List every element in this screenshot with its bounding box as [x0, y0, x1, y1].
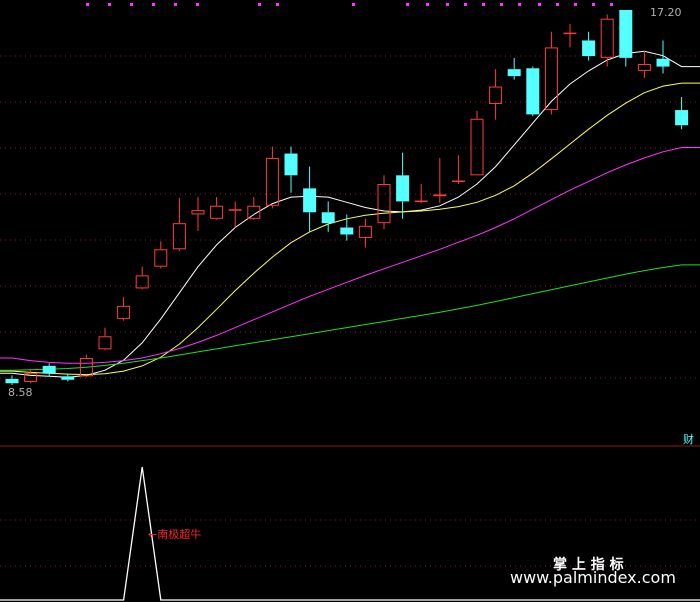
price-low-label: 8.58 — [8, 386, 33, 399]
candle-body — [414, 200, 428, 203]
candle-body — [489, 86, 503, 104]
candle-6 — [117, 297, 131, 321]
grid-lines — [0, 55, 700, 567]
candle-body — [321, 212, 335, 224]
top-marker-8 — [352, 3, 355, 6]
top-marker-4 — [174, 3, 177, 6]
top-marker-11 — [446, 3, 449, 6]
candle-body — [433, 194, 447, 197]
candle-7 — [135, 266, 149, 290]
candle-body — [210, 205, 224, 219]
candle-3 — [61, 374, 75, 382]
candle-body — [582, 40, 596, 57]
top-marker-14 — [500, 3, 503, 6]
candle-23 — [433, 157, 447, 204]
candle-body — [135, 275, 149, 289]
indicator-annotation: ←南极超牛 — [148, 527, 201, 541]
top-marker-10 — [426, 3, 429, 6]
candle-body — [265, 157, 279, 206]
candle-13 — [247, 197, 261, 220]
candle-body — [600, 18, 614, 58]
candle-body — [451, 180, 465, 183]
top-marker-13 — [482, 3, 485, 6]
candle-17 — [321, 201, 335, 232]
top-markers — [86, 3, 613, 6]
top-marker-19 — [592, 3, 595, 6]
candle-body — [191, 210, 205, 215]
candle-body — [340, 227, 354, 235]
candle-body — [61, 376, 75, 380]
candle-0 — [5, 375, 19, 385]
candle-body — [656, 58, 670, 67]
top-marker-16 — [538, 3, 541, 6]
top-marker-0 — [86, 3, 89, 6]
candle-12 — [228, 201, 242, 228]
candle-body — [526, 68, 540, 115]
candle-body — [544, 47, 558, 111]
top-marker-15 — [518, 3, 521, 6]
candle-body — [358, 225, 372, 238]
candle-28 — [526, 66, 540, 117]
candle-9 — [172, 197, 186, 252]
top-marker-12 — [464, 3, 467, 6]
candle-16 — [303, 166, 317, 232]
top-marker-7 — [276, 3, 279, 6]
candle-24 — [451, 155, 465, 185]
candle-10 — [191, 197, 205, 231]
candles — [5, 10, 689, 385]
top-marker-20 — [610, 3, 613, 6]
candle-body — [470, 118, 484, 176]
candlestick-chart: 17.20 8.58 财 ←南极超牛 掌 上 指 标 www.palmindex… — [0, 3, 700, 601]
top-marker-1 — [108, 3, 111, 6]
candle-body — [563, 32, 577, 35]
candle-20 — [377, 175, 391, 230]
candle-2 — [42, 363, 56, 377]
candle-30 — [563, 23, 577, 48]
stock-chart-window: 17.20 8.58 财 ←南极超牛 掌 上 指 标 www.palmindex… — [0, 0, 700, 602]
candle-body — [117, 305, 131, 319]
candle-body — [377, 184, 391, 224]
candle-34 — [637, 50, 651, 78]
candle-body — [637, 63, 651, 71]
candle-35 — [656, 40, 670, 74]
top-marker-3 — [152, 3, 155, 6]
candle-8 — [154, 241, 168, 269]
candle-body — [5, 378, 19, 384]
candle-body — [507, 69, 521, 77]
candle-14 — [265, 146, 279, 209]
candle-body — [284, 153, 298, 176]
candle-33 — [619, 10, 633, 67]
panel-tag: 财 — [683, 432, 694, 446]
candle-27 — [507, 57, 521, 80]
candle-body — [172, 223, 186, 250]
candle-body — [98, 336, 112, 350]
top-marker-9 — [406, 3, 409, 6]
top-marker-2 — [130, 3, 133, 6]
candle-26 — [489, 69, 503, 120]
candle-31 — [582, 31, 596, 61]
candle-body — [154, 249, 168, 267]
candle-36 — [675, 97, 689, 130]
top-marker-17 — [556, 3, 559, 6]
candle-19 — [358, 218, 372, 248]
candle-21 — [396, 152, 410, 219]
candle-body — [396, 175, 410, 202]
candle-body — [228, 209, 242, 211]
top-marker-5 — [196, 3, 199, 6]
watermark-url: www.palmindex.com — [510, 568, 676, 587]
candle-5 — [98, 327, 112, 351]
top-marker-6 — [258, 3, 261, 6]
candle-15 — [284, 146, 298, 193]
top-marker-18 — [574, 3, 577, 6]
candle-body — [619, 10, 633, 58]
candle-11 — [210, 197, 224, 220]
candle-body — [42, 365, 56, 374]
price-high-label: 17.20 — [650, 6, 682, 19]
candle-body — [303, 188, 317, 213]
candle-25 — [470, 110, 484, 176]
candle-body — [675, 110, 689, 126]
